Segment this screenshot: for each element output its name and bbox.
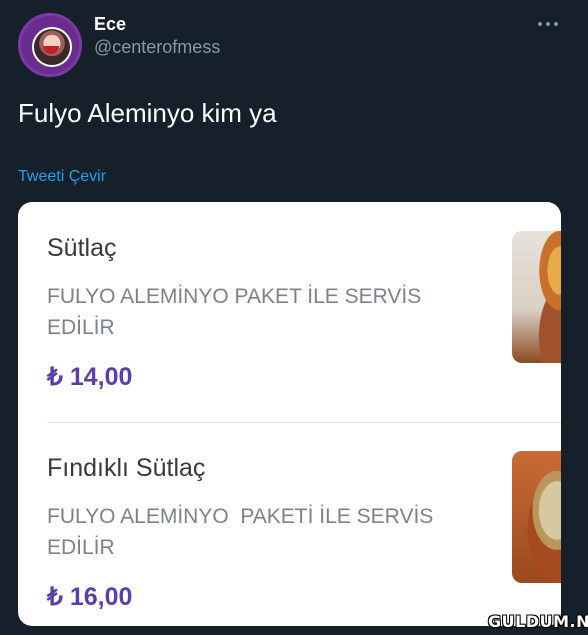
menu-item: Fındıklı Sütlaç FULYO ALEMİNYO PAKETİ İL… [18, 422, 561, 626]
more-horizontal-icon[interactable] [536, 14, 560, 34]
menu-item-price: ₺ 16,00 [47, 583, 133, 611]
menu-item-title: Fındıklı Sütlaç [47, 454, 206, 482]
menu-item-description: FULYO ALEMİNYO PAKET İLE SERVİS EDİLİR [47, 285, 422, 339]
menu-item-title: Sütlaç [47, 234, 117, 262]
menu-item-photo [512, 451, 561, 583]
menu-item-description: FULYO ALEMİNYO PAKETİ İLE SERVİS EDİLİR [47, 505, 434, 559]
author-handle[interactable]: @centerofmess [94, 37, 220, 58]
tweet-text: Fulyo Aleminyo kim ya [18, 98, 277, 128]
menu-item-photo [512, 231, 561, 363]
menu-item: Sütlaç FULYO ALEMİNYO PAKET İLE SERVİS E… [18, 202, 561, 422]
tweet: Ece @centerofmess Fulyo Aleminyo kim ya … [0, 0, 588, 635]
avatar[interactable] [18, 13, 82, 77]
embedded-image-card[interactable]: Sütlaç FULYO ALEMİNYO PAKET İLE SERVİS E… [18, 202, 561, 626]
author-display-name[interactable]: Ece [94, 14, 126, 35]
menu-item-price: ₺ 14,00 [47, 363, 133, 391]
watermark: GULDUM.NET [488, 612, 588, 631]
translate-tweet-link[interactable]: Tweeti Çevir [18, 168, 106, 186]
